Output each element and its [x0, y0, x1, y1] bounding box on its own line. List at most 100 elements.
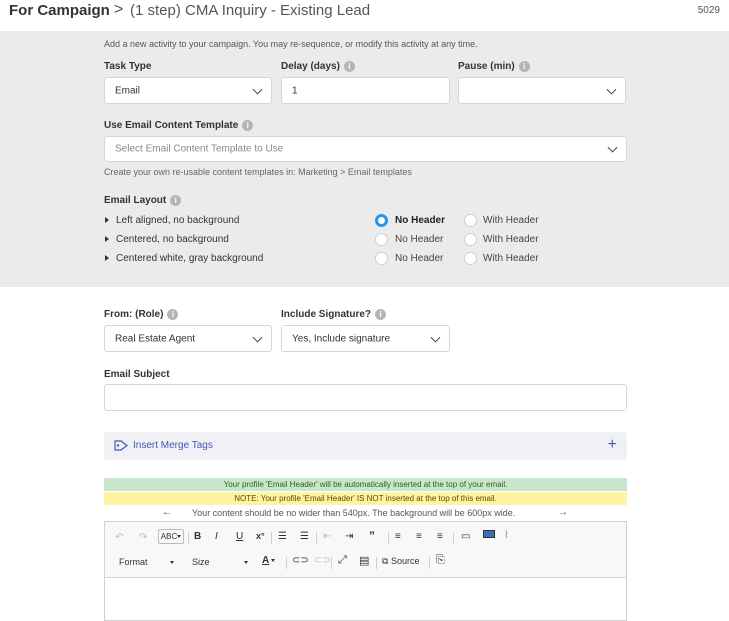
radio-label: No Header — [395, 253, 444, 264]
info-icon[interactable]: i — [518, 61, 530, 72]
insert-merge-tags-bar[interactable]: Insert Merge Tags + — [104, 432, 627, 460]
plus-icon[interactable]: + — [608, 436, 617, 454]
radio-label: With Header — [483, 215, 539, 226]
spellcheck-icon[interactable]: ABC — [158, 529, 184, 544]
align-center-icon[interactable]: ≡ — [416, 531, 422, 542]
indent-icon[interactable]: ⇥ — [345, 531, 353, 542]
content-width-text: Your content should be no wider than 540… — [192, 508, 516, 518]
show-blocks-icon[interactable]: ▤ — [359, 554, 369, 567]
arrow-right-icon: → — [558, 507, 568, 518]
from-role-value: Real Estate Agent — [115, 333, 196, 344]
from-role-select[interactable]: Real Estate Agent — [104, 325, 272, 352]
info-icon[interactable]: i — [167, 309, 179, 320]
delay-label: Delay (days) i — [281, 61, 355, 72]
layout-option-left-aligned[interactable]: Left aligned, no background — [105, 215, 239, 226]
toolbar-separator — [271, 532, 272, 544]
toolbar-separator — [316, 532, 317, 544]
chevron-down-icon — [430, 332, 441, 343]
italic-button[interactable]: I — [215, 531, 218, 542]
record-id: 5029 — [697, 5, 720, 16]
radio-row3-with-header[interactable] — [464, 252, 477, 265]
intro-text: Add a new activity to your campaign. You… — [104, 39, 478, 49]
toolbar-separator — [331, 557, 332, 569]
toolbar-separator — [453, 532, 454, 544]
template-help-text: Create your own re-usable content templa… — [104, 167, 412, 177]
layout-option-centered-gray[interactable]: Centered white, gray background — [105, 253, 263, 264]
unlink-icon[interactable]: ⊂⊃ — [314, 555, 331, 566]
radio-label: No Header — [395, 215, 446, 226]
caret-right-icon — [105, 217, 109, 224]
breadcrumb-separator: > — [114, 1, 124, 18]
layout-option-centered[interactable]: Centered, no background — [105, 234, 229, 245]
attachment-icon[interactable]: ⌇ — [504, 530, 509, 541]
bulleted-list-icon[interactable]: ☰ — [300, 531, 309, 542]
email-body-editor[interactable]: ↶ ↷ ABC B I U x° ☰ ☰ ⇤ ⇥ ” ≡ ≡ ≡ ▭ ⌇ For… — [104, 521, 627, 621]
radio-row2-no-header[interactable] — [375, 233, 388, 246]
include-signature-value: Yes, Include signature — [292, 333, 391, 344]
email-subject-label: Email Subject — [104, 369, 170, 380]
info-icon[interactable]: i — [375, 309, 387, 320]
email-subject-input[interactable] — [104, 384, 627, 411]
header-inserted-notice: Your profile 'Email Header' will be auto… — [104, 478, 627, 491]
preview-icon[interactable]: ⎘ — [436, 554, 445, 567]
radio-label: No Header — [395, 234, 444, 245]
chevron-down-icon — [252, 84, 263, 95]
pause-min-select[interactable] — [458, 77, 626, 104]
task-type-value: Email — [115, 85, 141, 96]
template-label: Use Email Content Template i — [104, 120, 254, 131]
from-role-label: From: (Role) i — [104, 309, 179, 320]
radio-row2-with-header[interactable] — [464, 233, 477, 246]
caret-down-icon — [244, 561, 249, 565]
info-icon[interactable]: i — [343, 61, 355, 72]
header-not-inserted-notice: NOTE: Your profile 'Email Header' IS NOT… — [104, 492, 627, 505]
radio-row3-no-header[interactable] — [375, 252, 388, 265]
insert-merge-tags-label: Insert Merge Tags — [133, 440, 213, 451]
caret-right-icon — [105, 255, 109, 262]
radio-row1-no-header[interactable] — [375, 214, 388, 227]
task-type-select[interactable]: Email — [104, 77, 272, 104]
maximize-icon[interactable]: ⤢ — [338, 554, 347, 567]
caret-down-icon — [170, 561, 175, 565]
page-header: For Campaign > (1 step) CMA Inquiry - Ex… — [0, 0, 729, 30]
arrow-left-icon: ← — [162, 507, 172, 518]
toolbar-separator — [388, 532, 389, 544]
signature-label: Include Signature? i — [281, 309, 387, 320]
page-title: For Campaign — [9, 2, 110, 19]
underline-button[interactable]: U — [236, 531, 243, 542]
undo-icon[interactable]: ↶ — [115, 532, 123, 543]
link-icon[interactable]: ⊂⊃ — [292, 555, 309, 566]
align-left-icon[interactable]: ≡ — [395, 531, 401, 542]
info-icon[interactable]: i — [170, 195, 182, 206]
outdent-icon[interactable]: ⇤ — [323, 531, 331, 542]
delay-days-value: 1 — [292, 85, 298, 96]
include-signature-select[interactable]: Yes, Include signature — [281, 325, 450, 352]
bold-button[interactable]: B — [194, 531, 201, 542]
size-dropdown[interactable]: Size — [192, 557, 249, 567]
image-icon[interactable]: ▭ — [461, 531, 470, 542]
text-color-icon[interactable]: A — [262, 555, 276, 566]
task-type-label: Task Type — [104, 61, 152, 72]
delay-days-input[interactable]: 1 — [281, 77, 450, 104]
toolbar-separator — [376, 557, 377, 569]
align-right-icon[interactable]: ≡ — [437, 531, 443, 542]
pause-label: Pause (min) i — [458, 61, 530, 72]
content-width-note: ← Your content should be no wider than 5… — [104, 507, 627, 521]
radio-row1-with-header[interactable] — [464, 214, 477, 227]
chevron-down-icon — [607, 142, 618, 153]
blockquote-icon[interactable]: ” — [369, 529, 375, 543]
toolbar-separator — [286, 557, 287, 569]
info-icon[interactable]: i — [242, 120, 254, 131]
source-button[interactable]: ⧉ Source — [382, 556, 419, 567]
editor-toolbar: ↶ ↷ ABC B I U x° ☰ ☰ ⇤ ⇥ ” ≡ ≡ ≡ ▭ ⌇ For… — [105, 522, 626, 578]
remove-format-icon[interactable]: x° — [256, 531, 265, 541]
radio-label: With Header — [483, 234, 539, 245]
chevron-down-icon — [252, 332, 263, 343]
radio-label: With Header — [483, 253, 539, 264]
redo-icon[interactable]: ↷ — [139, 532, 147, 543]
chevron-down-icon — [606, 84, 617, 95]
email-template-select[interactable]: Select Email Content Template to Use — [104, 136, 627, 162]
numbered-list-icon[interactable]: ☰ — [278, 531, 287, 542]
picture-icon[interactable] — [483, 530, 495, 538]
format-dropdown[interactable]: Format — [119, 557, 175, 567]
toolbar-separator — [188, 532, 189, 544]
